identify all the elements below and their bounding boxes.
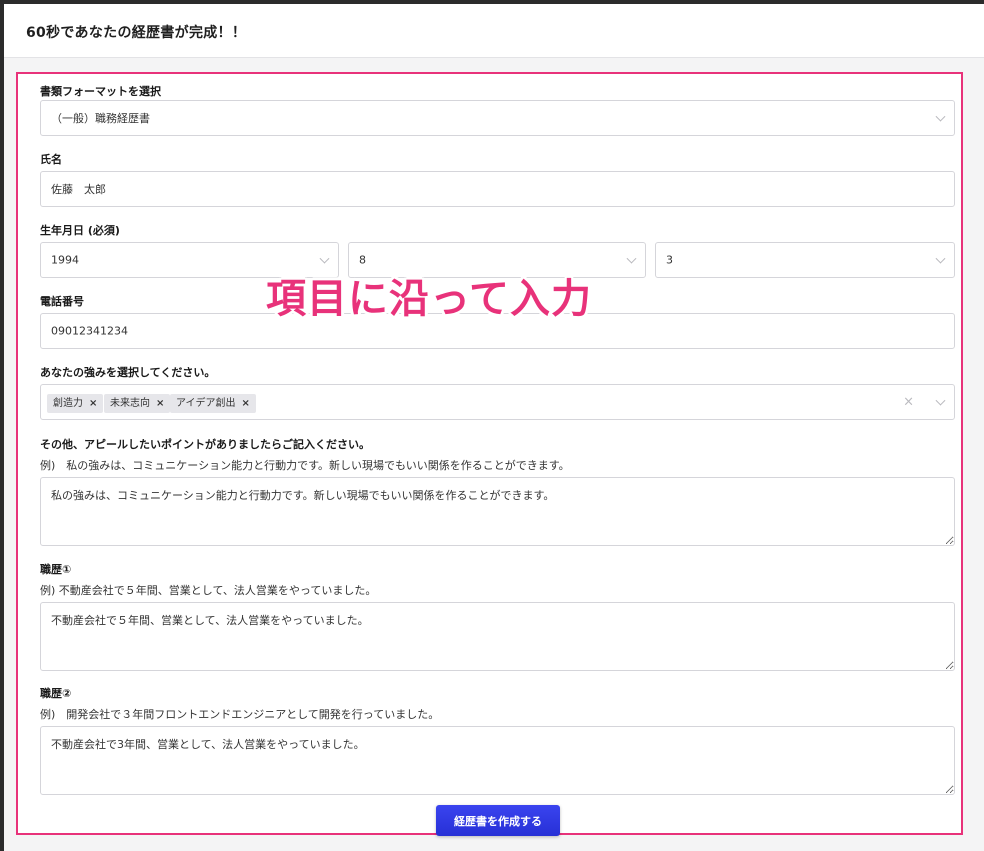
appeal-example: 例) 私の強みは、コミュニケーション能力と行動力です。新しい現場でもいい関係を作… bbox=[40, 459, 570, 472]
resume-form: 書類フォーマットを選択 （一般）職務経歴書 氏名 佐藤 太郎 生年月日 (必須)… bbox=[16, 72, 963, 836]
name-label: 氏名 bbox=[40, 153, 62, 166]
app-window: 60秒であなたの経歴書が完成！！ 書類フォーマットを選択 （一般）職務経歴書 氏… bbox=[4, 4, 984, 851]
career1-textarea[interactable] bbox=[40, 602, 955, 671]
appeal-textarea[interactable] bbox=[40, 477, 955, 546]
chevron-down-icon bbox=[626, 253, 637, 264]
phone-value: 09012341234 bbox=[51, 324, 128, 338]
tag-remove-icon[interactable]: × bbox=[89, 398, 97, 409]
phone-label: 電話番号 bbox=[40, 295, 84, 308]
page-title: 60秒であなたの経歴書が完成！！ bbox=[26, 25, 247, 41]
birth-day-select[interactable]: 3 bbox=[655, 242, 955, 278]
strength-tag: 未来志向 × bbox=[104, 394, 171, 413]
chevron-down-icon bbox=[935, 253, 946, 264]
strength-tag: アイデア創出 × bbox=[170, 394, 256, 413]
format-value: （一般）職務経歴書 bbox=[51, 112, 150, 125]
chevron-down-icon bbox=[935, 111, 946, 122]
strengths-label: あなたの強みを選択してください。 bbox=[40, 366, 216, 379]
format-label: 書類フォーマットを選択 bbox=[40, 85, 161, 98]
tag-remove-icon[interactable]: × bbox=[242, 398, 250, 409]
birthdate-label: 生年月日 (必須) bbox=[40, 224, 120, 237]
name-value: 佐藤 太郎 bbox=[51, 183, 106, 196]
birth-day-value: 3 bbox=[666, 253, 673, 267]
chevron-down-icon bbox=[935, 395, 946, 406]
clear-all-icon[interactable]: × bbox=[903, 395, 914, 410]
tag-remove-icon[interactable]: × bbox=[156, 398, 164, 409]
header-bar: 60秒であなたの経歴書が完成！！ bbox=[4, 4, 984, 58]
create-resume-button[interactable]: 経歴書を作成する bbox=[436, 805, 560, 836]
chevron-down-icon bbox=[319, 253, 330, 264]
birth-year-value: 1994 bbox=[51, 253, 79, 267]
career2-example: 例) 開発会社で３年間フロントエンドエンジニアとして開発を行っていました。 bbox=[40, 708, 440, 721]
career1-label: 職歴① bbox=[40, 563, 72, 576]
appeal-label: その他、アピールしたいポイントがありましたらご記入ください。 bbox=[40, 438, 370, 451]
career2-label: 職歴② bbox=[40, 687, 72, 700]
birth-month-value: 8 bbox=[359, 253, 366, 267]
career1-example: 例) 不動産会社で５年間、営業として、法人営業をやっていました。 bbox=[40, 584, 377, 597]
format-select[interactable]: （一般）職務経歴書 bbox=[40, 100, 955, 136]
strengths-multiselect[interactable]: 創造力 × 未来志向 × アイデア創出 × × bbox=[40, 384, 955, 420]
name-input[interactable]: 佐藤 太郎 bbox=[40, 171, 955, 207]
career2-textarea[interactable] bbox=[40, 726, 955, 795]
strength-tag: 創造力 × bbox=[47, 394, 104, 413]
annotation-overlay: 項目に沿って入力 bbox=[266, 276, 592, 322]
